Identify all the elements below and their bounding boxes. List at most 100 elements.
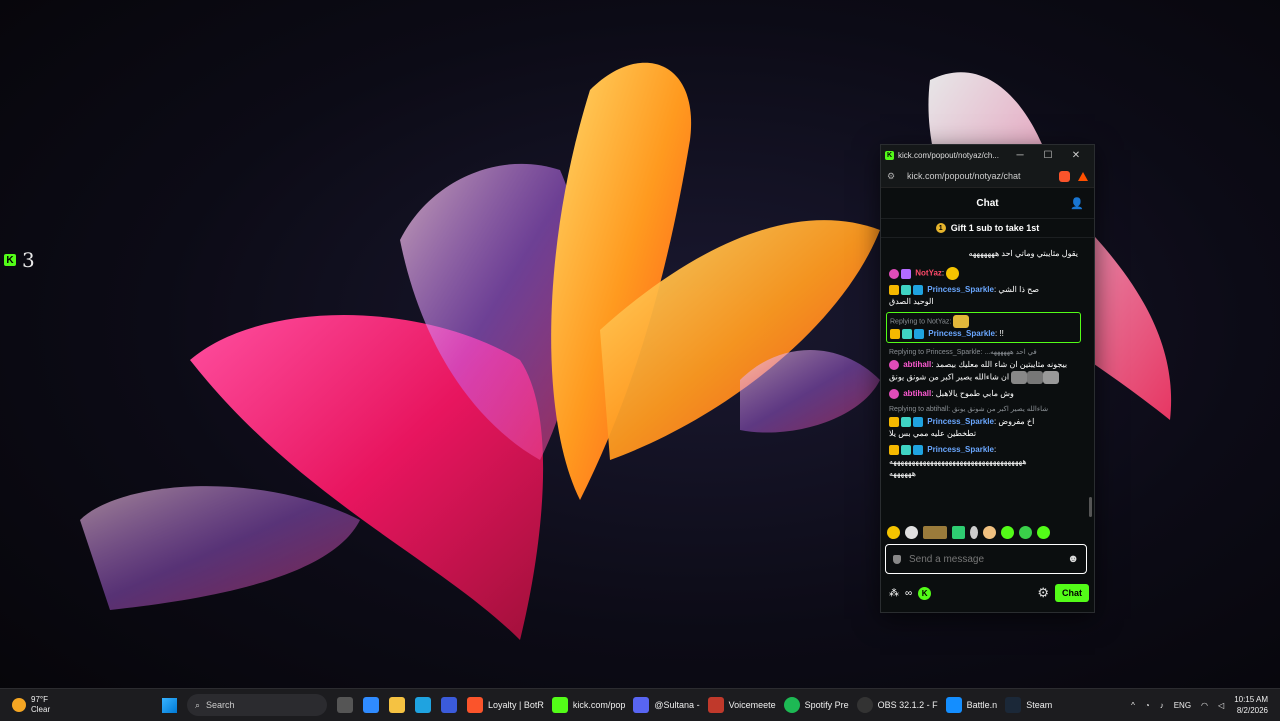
emote-icon[interactable]	[887, 526, 900, 539]
message-text: ههههههههههههههههههههههههههههههههههههه	[889, 457, 1027, 467]
users-icon[interactable]: 👤	[1070, 197, 1084, 210]
taskbar-app-kick[interactable]: kick.com/pop	[551, 697, 626, 713]
window-titlebar[interactable]: K kick.com/popout/notyaz/ch... ─ ☐ ✕	[881, 145, 1094, 165]
sub-badge-icon	[914, 329, 924, 340]
infinity-label: ∞	[905, 587, 913, 599]
emote-icon	[953, 315, 970, 328]
emote-icon[interactable]	[923, 526, 947, 539]
settings-gear-icon[interactable]: ⚙	[1037, 585, 1049, 601]
reply-context[interactable]: Replying to NotYaz:	[890, 315, 1077, 328]
pinned-gift-banner[interactable]: 1 Gift 1 sub to take 1st	[881, 219, 1094, 238]
shield-icon	[893, 554, 901, 564]
app-label: Spotify Pre	[804, 700, 849, 710]
brave-shields-icon[interactable]	[1059, 170, 1070, 182]
maximize-button[interactable]: ☐	[1034, 150, 1062, 161]
crown-badge-icon	[889, 417, 899, 428]
address-bar[interactable]: ⚙ kick.com/popout/notyaz/chat	[881, 165, 1094, 188]
message-input[interactable]: Send a message ☻	[885, 544, 1087, 574]
emote-icon[interactable]	[952, 526, 965, 539]
send-chat-button[interactable]: Chat	[1055, 584, 1089, 602]
emoji-picker-icon[interactable]: ☻	[1067, 553, 1079, 565]
chat-bottom-bar: ⁂ ∞ K ⚙ Chat	[889, 582, 1089, 604]
taskbar-app-steam[interactable]: Steam	[1005, 697, 1052, 713]
username[interactable]: Princess_Sparkle	[927, 285, 994, 294]
volume-icon[interactable]: ◁	[1218, 701, 1224, 710]
taskbar-app-loyalty[interactable]: Loyalty | BotR	[467, 697, 544, 713]
desktop-widget[interactable]: K 3	[4, 248, 35, 272]
emote-icon[interactable]	[983, 526, 996, 539]
crown-badge-icon	[889, 284, 899, 295]
points-icon[interactable]: ⁂	[889, 588, 899, 599]
reply-text: Replying to NotYaz:	[890, 318, 952, 326]
search-label: Search	[206, 700, 235, 710]
username[interactable]: abtihall	[903, 360, 931, 369]
site-settings-icon[interactable]: ⚙	[887, 171, 899, 182]
username[interactable]: Princess_Sparkle	[927, 445, 994, 454]
emote-icon[interactable]	[1019, 526, 1032, 539]
task-view-icon[interactable]	[337, 697, 353, 713]
store-icon[interactable]	[441, 697, 457, 713]
taskbar-app-voicemeeter[interactable]: Voicemeete	[707, 697, 776, 713]
file-explorer-icon[interactable]	[389, 697, 405, 713]
edge-icon[interactable]	[415, 697, 431, 713]
message-separator: :	[941, 268, 945, 278]
discord-icon	[633, 697, 650, 713]
message-text: يقول مثايبتي وماتي احد هههههههه	[968, 249, 1078, 258]
chevron-up-icon[interactable]: ^	[1131, 701, 1135, 710]
brave-rewards-icon[interactable]	[1078, 171, 1088, 181]
copilot-icon[interactable]	[363, 697, 379, 713]
app-label: Loyalty | BotR	[488, 700, 544, 710]
username[interactable]: Princess_Sparkle	[928, 329, 995, 338]
message-input-placeholder[interactable]: Send a message	[909, 554, 1067, 565]
message-text: وش مابي طموح يالاهبل	[935, 389, 1014, 399]
emote-icon	[1043, 371, 1060, 385]
start-button[interactable]	[162, 697, 177, 713]
taskbar-app-discord[interactable]: @Sultana -	[633, 697, 700, 713]
badges	[890, 329, 924, 340]
microphone-icon[interactable]: ♪	[1160, 701, 1164, 710]
taskbar-app-obs[interactable]: OBS 32.1.2 - F	[856, 697, 938, 713]
gifter-badge-icon	[901, 417, 911, 428]
address-url[interactable]: kick.com/popout/notyaz/chat	[907, 171, 1055, 181]
language-indicator[interactable]: ENG	[1174, 701, 1191, 710]
username[interactable]: Princess_Sparkle	[927, 417, 994, 426]
message-text-cont: ان شاءالله يصير اكبر من شونق يونق	[889, 372, 1010, 382]
taskbar-app-spotify[interactable]: Spotify Pre	[783, 697, 849, 713]
message-separator: :	[993, 445, 997, 455]
username[interactable]: NotYaz	[915, 269, 942, 278]
emote-icon[interactable]	[970, 526, 978, 539]
reply-context[interactable]: Replying to Princess_Sparkle: ...في احد …	[889, 347, 1078, 359]
sub-badge-icon	[913, 417, 923, 428]
window-title: kick.com/popout/notyaz/ch...	[898, 150, 999, 160]
wifi-icon[interactable]: ◠	[1201, 701, 1208, 710]
badges	[889, 360, 899, 371]
quick-emote-bar	[887, 526, 1050, 539]
message-text-cont: ههههههه	[889, 469, 916, 479]
chat-message: abtihall: وش مابي طموح يالاهبل	[881, 386, 1086, 402]
username[interactable]: abtihall	[903, 389, 931, 398]
message-separator: :	[931, 360, 934, 370]
minimize-button[interactable]: ─	[1006, 150, 1034, 161]
taskbar-search[interactable]: ⌕ Search	[187, 694, 327, 716]
weather-widget[interactable]: 97°F Clear	[12, 695, 152, 715]
kick-coin-icon[interactable]: K	[918, 586, 932, 600]
emote-icon[interactable]	[905, 526, 918, 539]
sub-badge-icon	[913, 284, 923, 295]
chat-message-highlighted: Replying to NotYaz: Princess_Sparkle: !!	[886, 312, 1081, 344]
app-label: kick.com/pop	[572, 700, 626, 710]
gifter-badge-icon	[901, 284, 911, 295]
emote-icon[interactable]	[1037, 526, 1050, 539]
network-icon[interactable]: ◔	[1145, 701, 1150, 710]
gifter-badge-icon	[902, 329, 912, 340]
chat-message: Replying to abtihall: شاءالله يصير اكبر …	[881, 402, 1086, 442]
chat-message: Princess_Sparkle: صح ذا الشي الوحيد الصد…	[881, 282, 1086, 310]
close-button[interactable]: ✕	[1062, 150, 1090, 161]
clock-time: 10:15 AM	[1234, 695, 1268, 704]
reply-context[interactable]: Replying to abtihall: شاءالله يصير اكبر …	[889, 404, 1078, 416]
clock[interactable]: 10:15 AM 8/2/2026	[1234, 694, 1268, 716]
broadcaster-badge-icon	[901, 268, 911, 279]
chat-scrollbar[interactable]	[1089, 497, 1092, 517]
taskbar-app-battlenet[interactable]: Battle.n	[945, 697, 997, 713]
emote-icon[interactable]	[1001, 526, 1014, 539]
obs-icon	[856, 697, 873, 713]
